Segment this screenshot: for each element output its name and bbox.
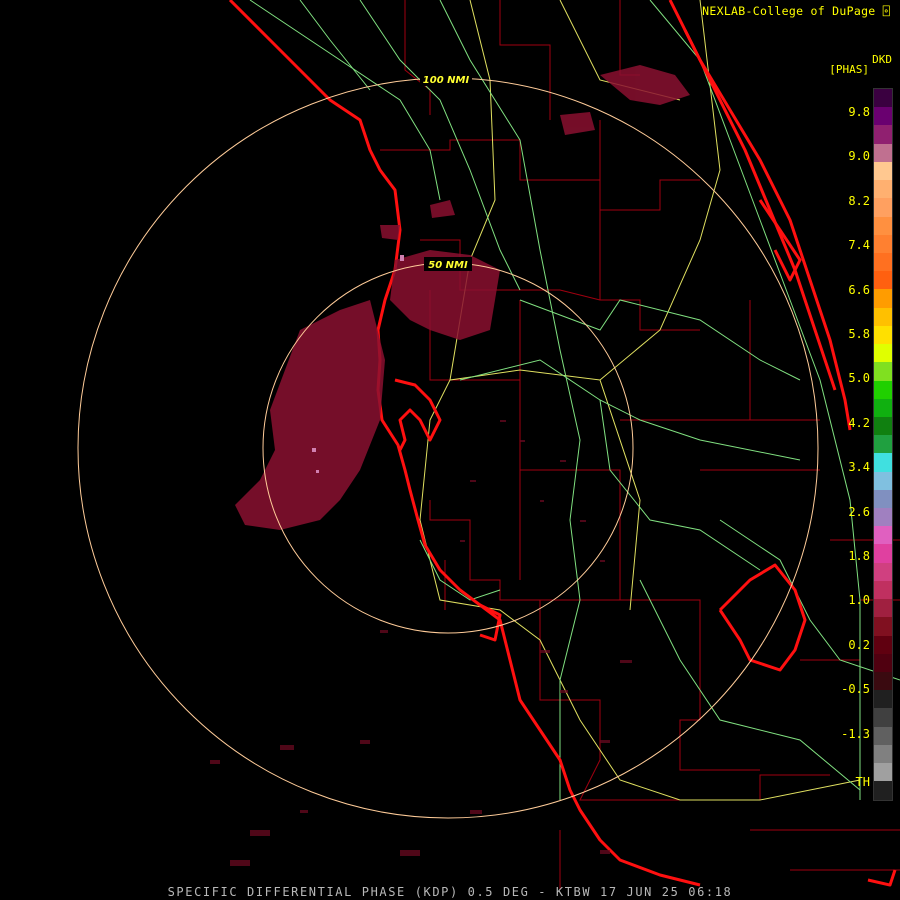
legend-colorbar [873,88,893,801]
legend-product-code: DKD [872,53,892,66]
legend-color-swatch [874,744,892,764]
range-label-50: 50 NMI [428,260,468,271]
legend-label: 6.6 [848,282,870,297]
legend-color-swatch [874,599,892,618]
legend-color-swatch [874,580,892,600]
legend-color-swatch [874,489,892,509]
legend-label: 1.8 [848,549,870,563]
legend-color-swatch [874,89,892,108]
legend-color-swatch [874,398,892,417]
legend-color-swatch [874,544,892,563]
legend-label: 3.4 [848,460,870,475]
legend-label: 5.8 [848,327,870,341]
legend-color-swatch [874,380,892,399]
range-label-100: 100 NMI [423,75,470,86]
legend-color-swatch [874,234,892,253]
legend-color-swatch [874,143,892,162]
legend-color-swatch [874,125,892,144]
legend-label: 5.0 [848,371,870,386]
legend-color-swatch [874,252,892,272]
legend-label: 9.0 [848,149,870,164]
legend-color-swatch [874,763,892,782]
legend-label: 7.4 [848,238,870,253]
legend-color-swatch [874,690,892,709]
legend-label: -0.5 [841,682,870,697]
legend-color-swatch [874,562,892,581]
legend-color-swatch [874,526,892,545]
legend-label: 9.8 [848,105,870,119]
legend-color-swatch [874,307,892,326]
legend-color-swatch [874,508,892,527]
legend-label: 4.2 [848,415,870,430]
legend-color-swatch [874,344,892,363]
legend-unit: [PHAS] [829,63,869,76]
legend-color-swatch [874,708,892,727]
legend-color-swatch [874,635,892,654]
legend-color-swatch [874,672,892,691]
legend-color-swatch [874,726,892,745]
legend-color-swatch [874,781,892,800]
legend-color-swatch [874,453,892,472]
radar-map: 50 NMI 100 NMI [0,0,900,900]
legend-color-swatch [874,325,892,345]
cod-logo-icon: ⌻ [882,4,890,18]
legend-label: 8.2 [848,193,870,208]
legend-color-swatch [874,653,892,672]
legend-color-swatch [874,471,892,490]
legend-label: -1.3 [841,726,870,741]
credit-label: NEXLAB-College of DuPage ⌻ [702,4,890,18]
legend-color-swatch [874,617,892,636]
legend-color-swatch [874,180,892,199]
legend-label: 0.2 [848,637,870,652]
legend-color-swatch [874,107,892,126]
legend-color-swatch [874,289,892,308]
legend-color-swatch [874,198,892,217]
product-footer: SPECIFIC DIFFERENTIAL PHASE (KDP) 0.5 DE… [167,885,733,899]
legend-color-swatch [874,362,892,381]
credit-text: NEXLAB-College of DuPage [702,4,876,18]
legend-color-swatch [874,271,892,290]
legend-label: 1.0 [848,593,870,608]
legend-color-swatch [874,216,892,235]
legend-color-swatch [874,416,892,436]
legend-color-swatch [874,161,892,181]
legend-color-swatch [874,435,892,454]
legend-label: TH [855,775,870,789]
legend-label: 2.6 [848,504,870,519]
